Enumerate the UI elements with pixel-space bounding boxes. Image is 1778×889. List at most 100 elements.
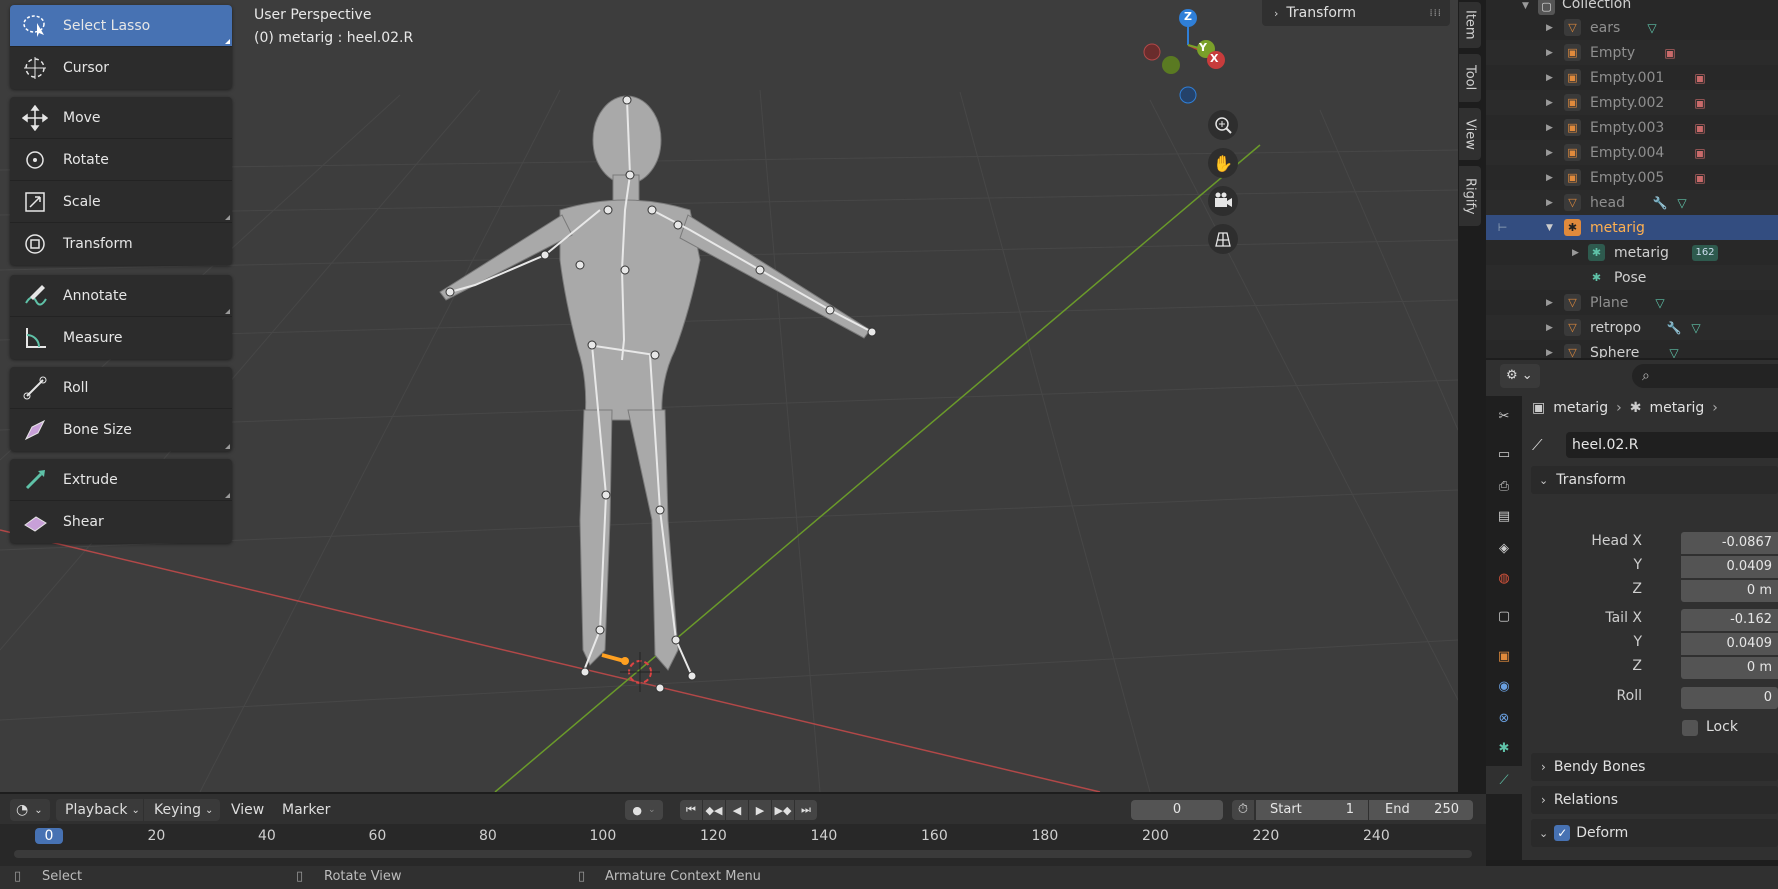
view-layer-icon[interactable]: ▤: [1494, 506, 1514, 526]
empty-image-icon: ▣: [1564, 44, 1581, 61]
annotate-icon: [18, 281, 52, 311]
tail-z-field[interactable]: 0 m: [1681, 657, 1778, 679]
gizmo-y-label: Y: [1199, 41, 1207, 54]
tail-x-field[interactable]: -0.162: [1681, 609, 1778, 631]
constraints-icon[interactable]: ⊗: [1494, 708, 1514, 728]
armature-data-icon[interactable]: ✱: [1494, 738, 1514, 758]
tail-z-label: Z: [1632, 658, 1642, 674]
shear-icon: [18, 507, 52, 537]
measure-tool-button[interactable]: Measure: [10, 317, 232, 359]
auto-keying-button[interactable]: ● ⌄: [625, 800, 663, 820]
scene-icon[interactable]: ◈: [1494, 538, 1514, 558]
keying-menu[interactable]: Keying ⌄: [144, 799, 220, 821]
jump-start-button[interactable]: ⏮: [680, 800, 702, 820]
next-keyframe-icon: ▶◆: [774, 803, 792, 817]
bone-icon[interactable]: ⟋: [1486, 766, 1522, 794]
bendy-bones-panel-header[interactable]: › Bendy Bones: [1531, 753, 1778, 781]
outliner-row[interactable]: ▶ ▽ ears ▽: [1486, 15, 1778, 40]
head-y-field[interactable]: 0.0409: [1681, 556, 1778, 578]
outliner-row-selected[interactable]: ⊢ ▼ ✱ metarig: [1486, 215, 1778, 240]
end-frame-field[interactable]: End 250: [1369, 800, 1473, 820]
outliner-row[interactable]: ▶ ▽ head 🔧 ▽: [1486, 190, 1778, 215]
3d-viewport[interactable]: User Perspective (0) metarig : heel.02.R…: [0, 0, 1458, 792]
move-tool-button[interactable]: Move: [10, 97, 232, 139]
annotate-tool-button[interactable]: Annotate: [10, 275, 232, 317]
tab-item[interactable]: Item: [1459, 2, 1481, 48]
play-button[interactable]: ▶: [749, 800, 771, 820]
pan-button[interactable]: ✋: [1208, 148, 1238, 178]
timeline-scrollbar[interactable]: [14, 850, 1472, 858]
outliner-row[interactable]: ▶ ✱ metarig 162: [1486, 240, 1778, 265]
ruler-tick-label: 180: [1031, 828, 1059, 844]
prev-keyframe-button[interactable]: ◆◀: [703, 800, 725, 820]
ruler-tick-label: 220: [1252, 828, 1280, 844]
outliner-row[interactable]: ▶ ▣ Empty.001 ▣: [1486, 65, 1778, 90]
chevron-down-icon: ⌄: [1539, 473, 1549, 487]
mesh-data-icon: ▽: [1691, 320, 1701, 335]
stopwatch-icon[interactable]: ⏱: [1232, 800, 1254, 820]
extrude-tool-button[interactable]: Extrude: [10, 459, 232, 501]
scale-tool-button[interactable]: Scale: [10, 181, 232, 223]
jump-end-button[interactable]: ⏭: [795, 800, 817, 820]
select-lasso-button[interactable]: Select Lasso: [10, 5, 232, 47]
play-reverse-button[interactable]: ◀: [726, 800, 748, 820]
roll-tool-button[interactable]: Roll: [10, 367, 232, 409]
view-menu[interactable]: View: [231, 799, 264, 821]
outliner-row[interactable]: ▶ ▣ Empty.004 ▣: [1486, 140, 1778, 165]
roll-field[interactable]: 0: [1681, 687, 1778, 709]
perspective-toggle-button[interactable]: [1208, 224, 1238, 254]
editor-type-button[interactable]: ⚙︎ ⌄: [1500, 364, 1540, 388]
outliner-row[interactable]: ▶ ▣ Empty.005 ▣: [1486, 165, 1778, 190]
head-x-field[interactable]: -0.0867: [1681, 532, 1778, 554]
hierarchy-icon: ⊢: [1497, 221, 1508, 234]
rotate-tool-button[interactable]: Rotate: [10, 139, 232, 181]
wrench-icon: 🔧: [1652, 195, 1668, 210]
chevron-right-icon: ›: [1541, 760, 1546, 774]
shear-tool-button[interactable]: Shear: [10, 501, 232, 543]
deform-checkbox[interactable]: ✓: [1554, 825, 1571, 841]
tab-tool[interactable]: Tool: [1459, 54, 1481, 102]
render-icon[interactable]: ▭: [1494, 444, 1514, 464]
start-frame-field[interactable]: Start End 1: [1256, 800, 1368, 820]
physics-icon[interactable]: ◉: [1494, 676, 1514, 696]
outliner-row[interactable]: ▶ ▽ Sphere ▽: [1486, 340, 1778, 358]
next-keyframe-button[interactable]: ▶◆: [772, 800, 794, 820]
outliner-row[interactable]: ▶ ▣ Empty.002 ▣: [1486, 90, 1778, 115]
editor-type-button[interactable]: ◔ ⌄: [10, 799, 50, 821]
lasso-icon: [18, 11, 52, 41]
camera-view-button[interactable]: [1208, 186, 1238, 216]
outliner-row[interactable]: ▶ ▽ Plane ▽: [1486, 290, 1778, 315]
tail-y-field[interactable]: 0.0409: [1681, 633, 1778, 655]
output-icon[interactable]: ⎙: [1494, 476, 1514, 496]
relations-panel-header[interactable]: › Relations: [1531, 786, 1778, 814]
mesh-icon: ▽: [1564, 344, 1581, 358]
outliner-row[interactable]: ▶ ▣ Empty ▣: [1486, 40, 1778, 65]
bone-name-field[interactable]: heel.02.R: [1566, 432, 1778, 458]
outliner[interactable]: ▼ ▢ Collection ▶ ▽ ears ▽ ▶ ▣ Empty ▣ ▶ …: [1486, 0, 1778, 358]
search-input[interactable]: ⌕: [1632, 364, 1778, 388]
frame-ruler[interactable]: 0 20 40 60 80 100 120 140 160 180 200 220 240: [0, 828, 1486, 846]
outliner-row[interactable]: ▶ ▣ Empty.003 ▣: [1486, 115, 1778, 140]
image-icon: ▣: [1664, 45, 1676, 60]
playback-menu[interactable]: Playback ⌄: [56, 799, 143, 821]
outliner-row[interactable]: ✱ Pose: [1486, 265, 1778, 290]
deform-panel-header[interactable]: ⌄ ✓ Deform: [1531, 819, 1778, 847]
object-icon[interactable]: ▣: [1494, 646, 1514, 666]
zoom-button[interactable]: [1208, 110, 1238, 140]
collection-icon[interactable]: ▢: [1494, 606, 1514, 626]
cursor-tool-button[interactable]: Cursor: [10, 47, 232, 89]
tab-view[interactable]: View: [1459, 108, 1481, 160]
tab-rigify[interactable]: Rigify: [1459, 166, 1481, 226]
bone-size-tool-button[interactable]: Bone Size: [10, 409, 232, 451]
transform-tool-button[interactable]: Transform: [10, 223, 232, 265]
current-frame-field[interactable]: 0: [1131, 800, 1223, 820]
world-icon[interactable]: ◍: [1494, 568, 1514, 588]
marker-menu[interactable]: Marker: [282, 799, 330, 821]
timeline[interactable]: 0 20 40 60 80 100 120 140 160 180 200 220 240: [0, 824, 1486, 866]
outliner-row[interactable]: ▶ ▽ retropo 🔧 ▽: [1486, 315, 1778, 340]
tool-icon[interactable]: ✂: [1494, 406, 1514, 426]
head-z-field[interactable]: 0 m: [1681, 580, 1778, 602]
transform-panel-header[interactable]: ⌄ Transform: [1531, 466, 1778, 494]
sidebar-transform-header[interactable]: › Transform ⁞⁞⁞: [1262, 0, 1450, 26]
lock-checkbox[interactable]: [1682, 720, 1698, 736]
